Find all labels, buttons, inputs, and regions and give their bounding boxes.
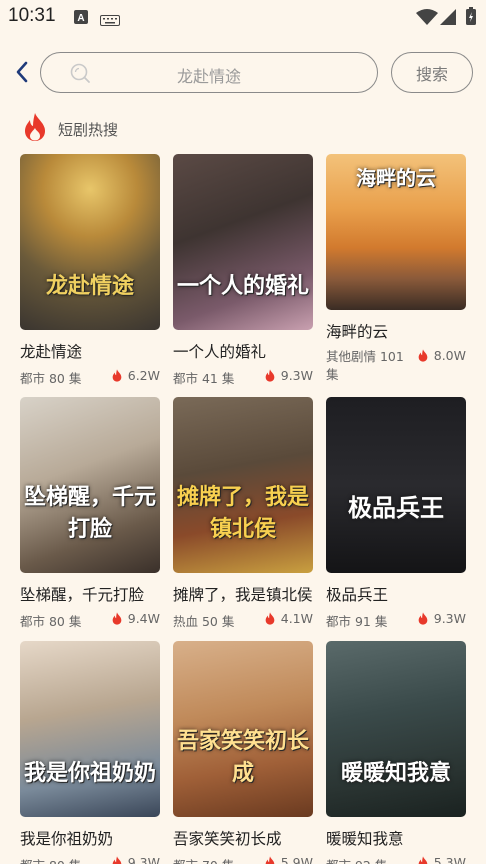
drama-meta: 都市 80 集 9.4W bbox=[20, 611, 160, 629]
drama-card[interactable]: 坠梯醒，千元打脸 坠梯醒，千元打脸 都市 80 集 9.4W bbox=[20, 397, 160, 629]
drama-title[interactable]: 摊牌了，我是镇北侯 bbox=[173, 583, 313, 605]
heat-info: 9.3W bbox=[418, 611, 466, 626]
heat-info: 5.9W bbox=[265, 855, 313, 864]
drama-card[interactable]: 一个人的婚礼 一个人的婚礼 都市 41 集 9.3W bbox=[173, 154, 313, 386]
drama-genre-episodes: 都市 70 集 bbox=[173, 855, 234, 864]
hot-search-header: 短剧热搜 bbox=[24, 112, 324, 142]
poster-title-text: 摊牌了，我是镇北侯 bbox=[176, 484, 309, 542]
heat-count: 9.3W bbox=[433, 611, 466, 626]
drama-poster[interactable]: 摊牌了，我是镇北侯 bbox=[173, 397, 313, 573]
drama-genre-episodes: 都市 41 集 bbox=[173, 371, 235, 386]
fire-icon bbox=[112, 856, 122, 864]
poster-title-text: 我是你祖奶奶 bbox=[23, 760, 156, 786]
heat-info: 8.0W bbox=[418, 348, 466, 363]
drama-card[interactable]: 摊牌了，我是镇北侯 摊牌了，我是镇北侯 热血 50 集 4.1W bbox=[173, 397, 313, 629]
poster-title-text: 一个人的婚礼 bbox=[176, 273, 309, 299]
heat-info: 9.3W bbox=[112, 855, 160, 864]
drama-title[interactable]: 龙赴情途 bbox=[20, 340, 160, 362]
heat-count: 4.1W bbox=[280, 611, 313, 626]
drama-meta: 热血 50 集 4.1W bbox=[173, 611, 313, 629]
drama-card[interactable]: 吾家笑笑初长成 吾家笑笑初长成 都市 70 集 5.9W bbox=[173, 641, 313, 864]
drama-poster[interactable]: 极品兵王 bbox=[326, 397, 466, 573]
heat-info: 9.3W bbox=[265, 368, 313, 383]
battery-icon bbox=[466, 7, 476, 29]
drama-meta: 都市 91 集 9.3W bbox=[326, 611, 466, 629]
drama-card[interactable]: 极品兵王 极品兵王 都市 91 集 9.3W bbox=[326, 397, 466, 629]
poster-title-text: 极品兵王 bbox=[348, 493, 444, 522]
fire-icon bbox=[418, 856, 428, 864]
fire-icon bbox=[112, 612, 122, 625]
drama-poster[interactable]: 吾家笑笑初长成 bbox=[173, 641, 313, 817]
heat-info: 4.1W bbox=[265, 611, 313, 626]
drama-card[interactable]: 海畔的云 海畔的云 其他剧情 101 集 8.0W bbox=[326, 154, 466, 384]
drama-title[interactable]: 我是你祖奶奶 bbox=[20, 827, 160, 849]
fire-icon bbox=[265, 369, 275, 382]
heat-count: 5.3W bbox=[433, 855, 466, 864]
svg-text:A: A bbox=[77, 13, 84, 24]
drama-meta: 都市 70 集 5.9W bbox=[173, 855, 313, 864]
fire-icon bbox=[24, 112, 46, 142]
heat-info: 5.3W bbox=[418, 855, 466, 864]
drama-title[interactable]: 吾家笑笑初长成 bbox=[173, 827, 313, 849]
drama-title[interactable]: 海畔的云 bbox=[326, 320, 466, 342]
drama-genre-episodes: 都市 80 集 bbox=[20, 855, 81, 864]
poster-title-text: 吾家笑笑初长成 bbox=[176, 728, 309, 786]
poster-title-text: 暖暖知我意 bbox=[340, 760, 451, 786]
cell-signal-icon bbox=[440, 9, 456, 29]
heat-count: 8.0W bbox=[433, 348, 466, 363]
wifi-icon bbox=[416, 9, 438, 29]
drama-title[interactable]: 一个人的婚礼 bbox=[173, 340, 313, 362]
heat-count: 9.3W bbox=[127, 855, 160, 864]
drama-meta: 都市 80 集 9.3W bbox=[20, 855, 160, 864]
drama-meta: 其他剧情 101 集 8.0W bbox=[326, 348, 466, 384]
fire-icon bbox=[418, 349, 428, 362]
drama-genre-episodes: 都市 80 集 bbox=[20, 614, 82, 629]
back-button[interactable] bbox=[10, 58, 34, 86]
drama-meta: 都市 80 集 6.2W bbox=[20, 368, 160, 386]
drama-meta: 都市 92 集 5.3W bbox=[326, 855, 466, 864]
drama-poster[interactable]: 坠梯醒，千元打脸 bbox=[20, 397, 160, 573]
fire-icon bbox=[112, 369, 122, 382]
drama-poster[interactable]: 海畔的云 bbox=[326, 154, 466, 310]
drama-title[interactable]: 极品兵王 bbox=[326, 583, 466, 605]
heat-count: 9.4W bbox=[127, 611, 160, 626]
drama-card[interactable]: 我是你祖奶奶 我是你祖奶奶 都市 80 集 9.3W bbox=[20, 641, 160, 864]
fire-icon bbox=[265, 856, 275, 864]
fire-icon bbox=[418, 612, 428, 625]
drama-poster[interactable]: 一个人的婚礼 bbox=[173, 154, 313, 330]
search-input[interactable]: 龙赴情途 bbox=[40, 52, 378, 93]
keyboard-icon bbox=[100, 11, 120, 30]
fire-icon bbox=[265, 612, 275, 625]
drama-genre-episodes: 都市 92 集 bbox=[326, 855, 387, 864]
heat-count: 9.3W bbox=[280, 368, 313, 383]
search-button[interactable]: 搜索 bbox=[391, 52, 473, 93]
status-bar: 10:31 A bbox=[0, 0, 486, 34]
drama-poster[interactable]: 暖暖知我意 bbox=[326, 641, 466, 817]
heat-count: 5.9W bbox=[280, 855, 313, 864]
heat-count: 6.2W bbox=[127, 368, 160, 383]
drama-genre-episodes: 都市 80 集 bbox=[20, 371, 82, 386]
drama-title[interactable]: 暖暖知我意 bbox=[326, 827, 466, 849]
drama-title[interactable]: 坠梯醒，千元打脸 bbox=[20, 583, 160, 605]
poster-title-text: 坠梯醒，千元打脸 bbox=[23, 484, 156, 542]
heat-info: 9.4W bbox=[112, 611, 160, 626]
drama-card[interactable]: 暖暖知我意 暖暖知我意 都市 92 集 5.3W bbox=[326, 641, 466, 864]
heat-info: 6.2W bbox=[112, 368, 160, 383]
keyboard-a-icon: A bbox=[74, 9, 88, 28]
poster-title-text: 海畔的云 bbox=[356, 166, 436, 190]
status-time: 10:31 bbox=[8, 5, 56, 26]
chevron-left-icon bbox=[16, 61, 28, 83]
section-title: 短剧热搜 bbox=[58, 121, 119, 139]
drama-genre-episodes: 都市 91 集 bbox=[326, 614, 388, 629]
drama-genre-episodes: 热血 50 集 bbox=[173, 614, 235, 629]
drama-poster[interactable]: 龙赴情途 bbox=[20, 154, 160, 330]
drama-card[interactable]: 龙赴情途 龙赴情途 都市 80 集 6.2W bbox=[20, 154, 160, 386]
poster-title-text: 龙赴情途 bbox=[45, 273, 134, 299]
drama-poster[interactable]: 我是你祖奶奶 bbox=[20, 641, 160, 817]
drama-genre-episodes: 其他剧情 101 集 bbox=[326, 349, 404, 382]
search-placeholder: 龙赴情途 bbox=[176, 67, 241, 86]
drama-meta: 都市 41 集 9.3W bbox=[173, 368, 313, 386]
